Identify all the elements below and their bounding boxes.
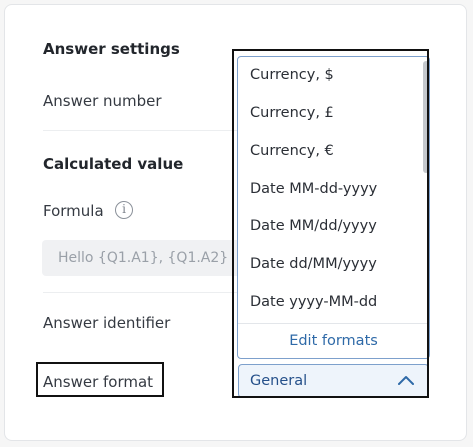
answer-number-label: Answer number <box>43 92 162 110</box>
formula-input[interactable]: Hello {Q1.A1}, {Q1.A2} <box>42 240 242 276</box>
formula-label: Formula <box>43 202 104 220</box>
dropdown-highlight <box>232 49 429 398</box>
info-icon[interactable]: i <box>115 201 133 219</box>
divider <box>43 292 238 293</box>
section-title: Answer settings <box>43 40 180 58</box>
calculated-value-label: Calculated value <box>43 155 184 173</box>
answer-identifier-label: Answer identifier <box>43 314 171 332</box>
answer-format-label: Answer format <box>43 373 154 391</box>
divider <box>43 130 238 131</box>
